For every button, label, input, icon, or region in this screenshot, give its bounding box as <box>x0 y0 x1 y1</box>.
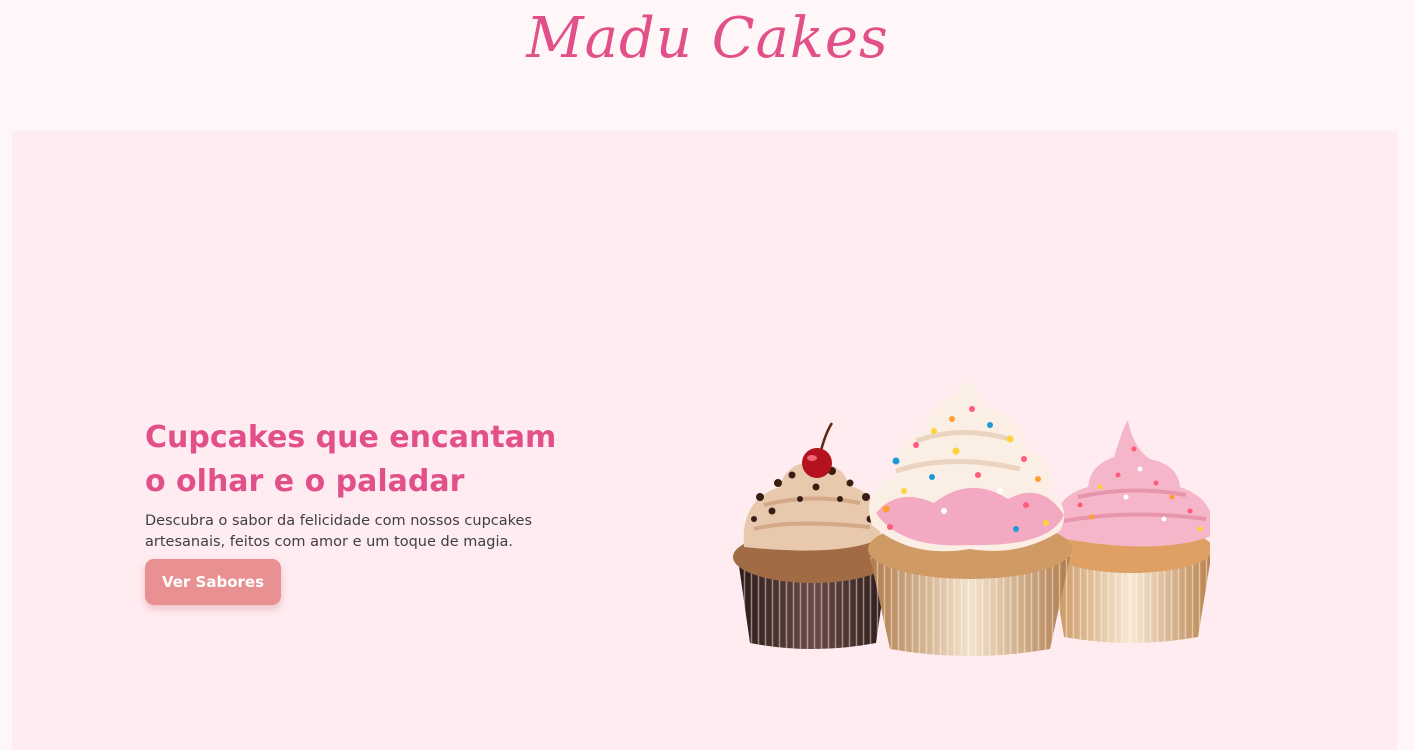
hero-description: Descubra o sabor da felicidade com nosso… <box>145 513 532 550</box>
center-cupcake <box>868 380 1072 656</box>
site-header: Madu Cakes <box>0 0 1415 131</box>
chocolate-cupcake <box>733 422 893 649</box>
hero-title: Cupcakes que encantam o olhar e o palada… <box>145 420 557 499</box>
cupcakes-image <box>733 380 1210 656</box>
view-flavors-button[interactable]: Ver Sabores <box>145 559 281 605</box>
brand-logo[interactable]: Madu Cakes <box>0 6 1415 71</box>
pink-cupcake-right <box>1049 420 1210 643</box>
hero-section: Cupcakes que encantam o olhar e o palada… <box>12 131 1397 750</box>
